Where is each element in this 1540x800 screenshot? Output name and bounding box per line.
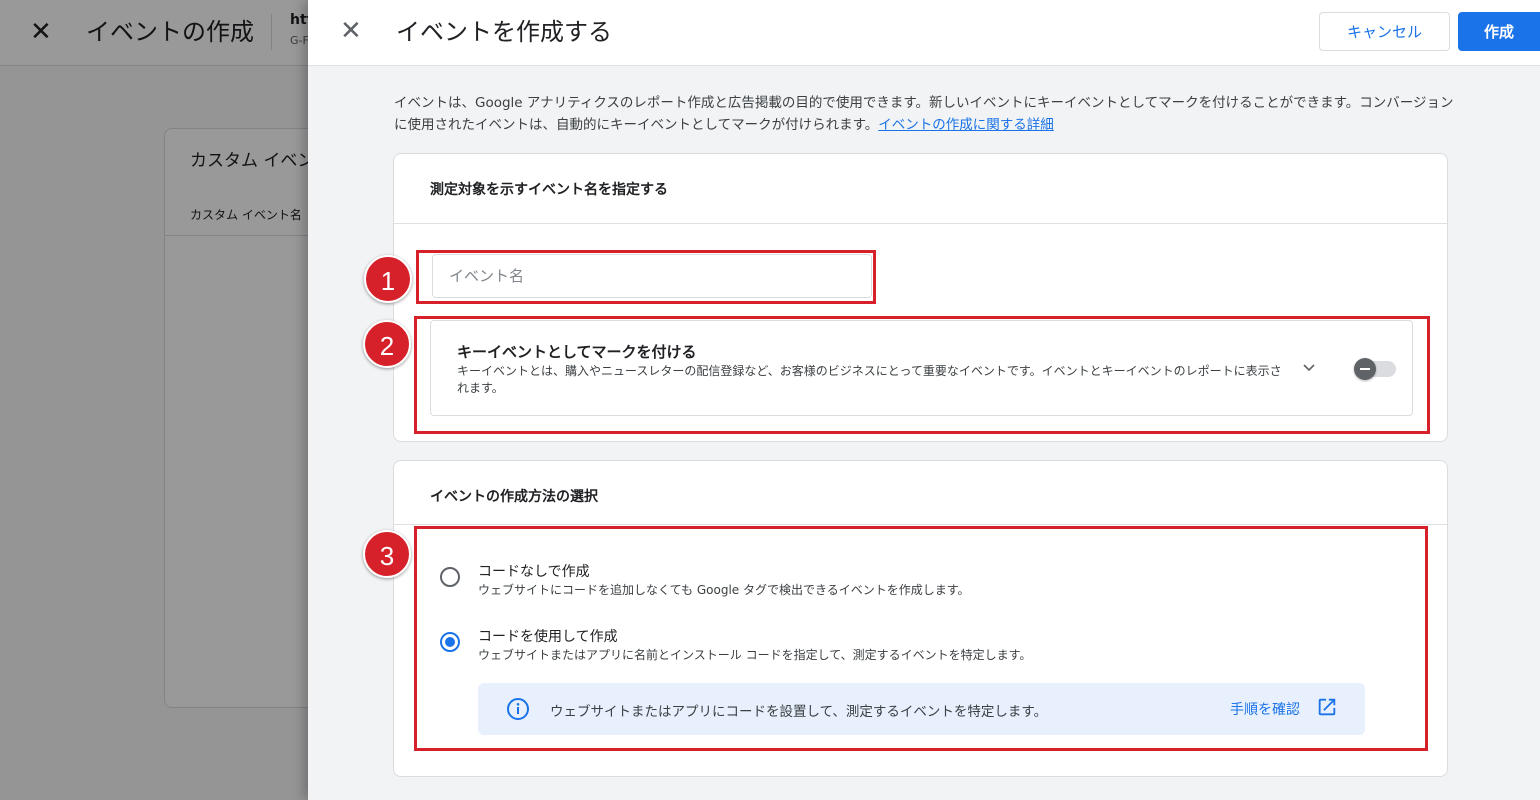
event-name-heading: 測定対象を示すイベント名を指定する bbox=[430, 182, 668, 198]
create-button[interactable]: 作成 bbox=[1458, 12, 1540, 51]
cancel-button[interactable]: キャンセル bbox=[1319, 12, 1450, 51]
creation-method-heading: イベントの作成方法の選択 bbox=[430, 489, 598, 505]
annotation-badge-3: 3 bbox=[363, 530, 411, 578]
intro-learn-more-link[interactable]: イベントの作成に関する詳細 bbox=[878, 117, 1054, 133]
drawer-header: ✕ イベントを作成する キャンセル 作成 bbox=[308, 0, 1540, 66]
annotation-box-1 bbox=[416, 250, 876, 304]
event-name-card-header: 測定対象を示すイベント名を指定する bbox=[394, 154, 1447, 224]
annotation-box-2 bbox=[414, 316, 1430, 434]
annotation-badge-1: 1 bbox=[364, 255, 412, 303]
annotation-badge-2: 2 bbox=[363, 320, 411, 368]
close-icon[interactable]: ✕ bbox=[340, 16, 362, 46]
intro-text: イベントは、Google アナリティクスのレポート作成と広告掲載の目的で使用でき… bbox=[394, 92, 1454, 136]
annotation-box-3 bbox=[414, 526, 1428, 751]
drawer-title: イベントを作成する bbox=[396, 18, 612, 46]
creation-method-card-header: イベントの作成方法の選択 bbox=[394, 461, 1447, 525]
